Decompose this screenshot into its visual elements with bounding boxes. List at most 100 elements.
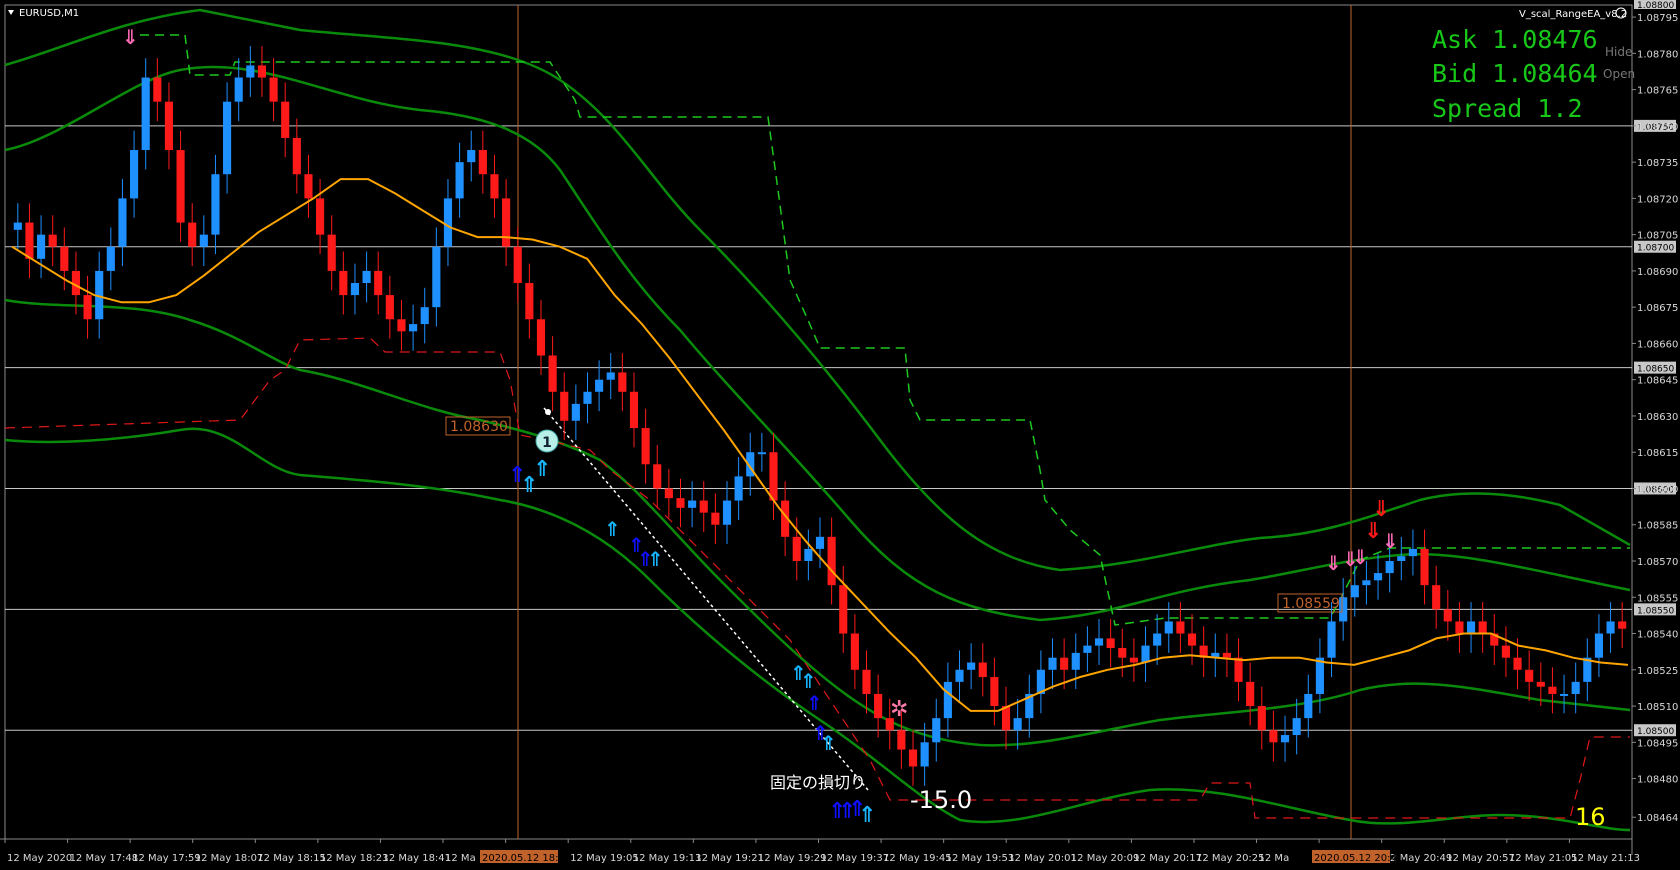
candle-body: [234, 77, 243, 102]
candle-body: [711, 512, 720, 525]
price-tick-label: 1.08570: [1637, 557, 1678, 568]
stop-loss-line: [4, 337, 1630, 819]
time-tick-label: 12 May 19:05: [570, 853, 639, 864]
price-tick-label: 1.08735: [1637, 158, 1678, 169]
candle-body: [1362, 580, 1371, 586]
candle-body: [1106, 638, 1115, 649]
candle-body: [1385, 561, 1394, 574]
candle-body: [1420, 548, 1429, 586]
candle-body: [304, 174, 313, 199]
candle-body: [1141, 645, 1150, 663]
candle-body: [1327, 621, 1336, 658]
candle-body: [641, 428, 650, 465]
price-tick-label: 1.08480: [1637, 775, 1678, 786]
candle-body: [1153, 633, 1162, 646]
price-tick-label: 1.08780: [1637, 49, 1678, 60]
candle-body: [1292, 718, 1301, 736]
candle-body: [1187, 633, 1197, 646]
sell-arrow-icon: ⇓: [1364, 519, 1382, 544]
time-tick-label: 12 May 20:09: [1071, 853, 1140, 864]
candle-body: [1432, 585, 1441, 610]
price-tick-label: 1.08495: [1637, 738, 1678, 749]
level-price-label: 1.08500: [1637, 727, 1674, 737]
time-tick-label: 12 Ma: [1259, 853, 1290, 864]
candle-body: [629, 391, 639, 429]
candle-body: [1397, 556, 1406, 561]
bar-counter: 16: [1575, 803, 1606, 831]
candle-body: [1443, 609, 1452, 622]
candle-body: [595, 379, 604, 392]
candle-body: [955, 669, 964, 682]
candle-body: [269, 77, 278, 102]
price-tick-label: 1.08585: [1637, 521, 1678, 532]
candle-body: [443, 198, 453, 247]
candle-body: [1222, 652, 1231, 658]
hide-button[interactable]: Hide: [1605, 45, 1632, 59]
candle-body: [1501, 645, 1510, 658]
moving-average-line: [11, 178, 1629, 712]
price-tick-label: 1.08765: [1637, 86, 1678, 97]
candle-body: [722, 500, 732, 525]
candle-body: [1269, 730, 1278, 743]
candle-body: [467, 150, 476, 163]
candle-body: [699, 500, 708, 513]
time-tick-label: 12 May 20:01: [1008, 853, 1077, 864]
open-button[interactable]: Open: [1603, 67, 1635, 81]
level-price-label: 1.08700: [1637, 244, 1674, 254]
price-tick-label: 1.08690: [1637, 267, 1678, 278]
candle-body: [397, 319, 406, 332]
candle-body: [141, 77, 150, 151]
spread-value: Spread 1.2: [1432, 94, 1583, 123]
price-tick-label: 1.08630: [1637, 412, 1678, 423]
price-tick-label: 1.08615: [1637, 448, 1678, 459]
time-tick-label: 12 May 19:21: [695, 853, 764, 864]
candle-body: [1176, 621, 1185, 634]
candle-body: [525, 283, 534, 320]
candle-body: [409, 324, 418, 332]
time-highlight-label: 2020.05.12 20:41: [1314, 853, 1403, 864]
candle-body: [664, 488, 673, 499]
sell-arrow-icon: ⇓: [1352, 545, 1369, 569]
candle-body: [502, 198, 511, 247]
chart-menu-icon[interactable]: [8, 10, 14, 15]
time-tick-label: 12 May 19:29: [758, 853, 827, 864]
candle-body: [199, 234, 208, 247]
candle-body: [1513, 657, 1522, 670]
candle-body: [734, 476, 743, 501]
price-tick-label: 1.08510: [1637, 702, 1678, 713]
time-tick-label: 12 May 19:53: [946, 853, 1015, 864]
price-tick-label: 1.08795: [1637, 13, 1678, 24]
candle-body: [560, 391, 569, 421]
candle-body: [908, 749, 918, 767]
time-tick-label: 12 May 20:57: [1446, 853, 1515, 864]
candle-body: [897, 730, 906, 750]
candle-body: [1548, 686, 1557, 694]
buy-arrow-icon: ⇑: [858, 803, 876, 828]
candle-body: [1350, 585, 1359, 598]
price-chart[interactable]: ⇑ ⇑ ⇑ ⇑ ⇑ ⇑ ⇑ ⇑ ⇑ ⇑ ⇑ ⇑ ⇑ ⇑ ⇑ ⇑ ⇓ ⇓ ⇓ ⇓ …: [0, 0, 1680, 870]
candle-body: [25, 222, 34, 259]
price-label-2: 1.08559: [1282, 596, 1340, 612]
candle-body: [606, 372, 615, 380]
buy-arrow-icon: ⇑: [533, 457, 551, 482]
candle-body: [188, 222, 197, 247]
horizontal-levels: [5, 125, 1632, 731]
price-tick-label: 1.08540: [1637, 630, 1678, 641]
sell-arrow-icon: ⇓: [1372, 497, 1390, 522]
level-price-label: 1.08650: [1637, 365, 1674, 375]
candle-body: [385, 295, 394, 320]
time-tick-label: 12 May 21:05: [1509, 853, 1578, 864]
candle-body: [1606, 621, 1615, 634]
candle-body: [350, 283, 360, 296]
candle-body: [757, 452, 766, 455]
chart-window[interactable]: ⇑ ⇑ ⇑ ⇑ ⇑ ⇑ ⇑ ⇑ ⇑ ⇑ ⇑ ⇑ ⇑ ⇑ ⇑ ⇑ ⇓ ⇓ ⇓ ⇓ …: [0, 0, 1680, 870]
price-axis: 1.08750 1.08700 1.08650 1.08600 1.08550 1.085…: [1632, 0, 1678, 824]
candle-body: [1164, 621, 1173, 634]
time-tick-label: 12 May 20:25: [1196, 853, 1265, 864]
candle-body: [176, 150, 185, 223]
time-tick-label: 12 May 19:45: [883, 853, 952, 864]
candle-body: [839, 585, 848, 634]
sell-arrow-icon: ⇓: [1382, 529, 1399, 553]
candle-body: [850, 633, 859, 670]
sell-arrows: ⇓ ⇓ ⇓ ⇓ ⇓ ⇓ ⇓: [122, 25, 1399, 575]
